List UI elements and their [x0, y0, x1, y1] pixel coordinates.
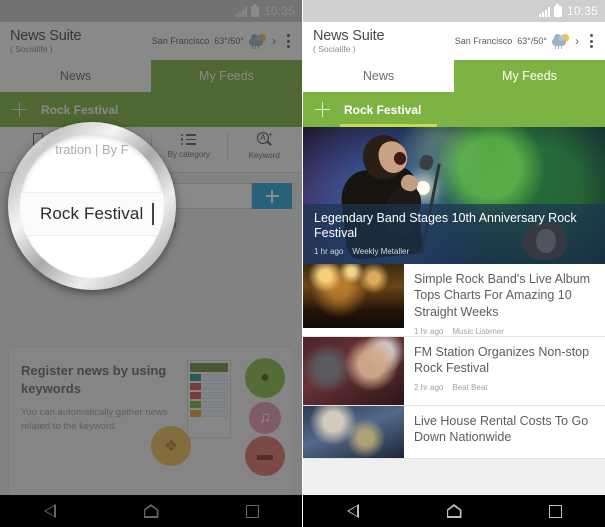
home-icon[interactable]	[447, 504, 462, 518]
list-item[interactable]: Live House Rental Costs To Go Down Natio…	[303, 405, 605, 459]
article-body: FM Station Organizes Non-stop Rock Festi…	[414, 337, 605, 405]
status-time: 10:35	[566, 4, 598, 18]
left-phone-screen: 10:35 News Suite ( Socialife ) San Franc…	[0, 0, 302, 527]
list-item[interactable]: Simple Rock Band's Live Album Tops Chart…	[303, 264, 605, 337]
article-title: Simple Rock Band's Live Album Tops Chart…	[414, 272, 591, 319]
article-body: Simple Rock Band's Live Album Tops Chart…	[414, 264, 605, 336]
plus-icon[interactable]	[12, 102, 27, 117]
article-list: Simple Rock Band's Live Album Tops Chart…	[303, 264, 605, 459]
weather-widget[interactable]: San Francisco 63°/50° ›	[454, 33, 580, 49]
gamepad-icon: ▬	[245, 436, 285, 476]
status-time: 10:35	[263, 4, 295, 18]
tab-news[interactable]: News	[303, 60, 454, 92]
status-bar: 10:35	[303, 0, 605, 22]
magnifier-loupe: tration | By F Rock Festival	[8, 122, 176, 290]
hero-article[interactable]: Legendary Band Stages 10th Anniversary R…	[303, 127, 605, 264]
hero-source: Weekly Metaller	[352, 247, 410, 256]
feed-bar: Rock Festival	[303, 92, 605, 127]
article-time: 1 hr ago	[414, 326, 444, 336]
article-thumbnail	[303, 405, 404, 458]
home-icon[interactable]	[144, 504, 159, 518]
article-meta: 1 hr ago Music Listener	[414, 327, 596, 336]
status-icons	[235, 3, 259, 17]
article-body: Live House Rental Costs To Go Down Natio…	[414, 406, 605, 458]
promo-illustration: ● ♫ ▬ ❖	[147, 356, 287, 476]
hero-text-overlay: Legendary Band Stages 10th Anniversary R…	[303, 203, 605, 264]
app-bar: News Suite ( Socialife ) San Francisco 6…	[0, 22, 302, 60]
tab-my-feeds[interactable]: My Feeds	[454, 60, 605, 92]
plus-icon[interactable]	[315, 102, 330, 117]
tab-keyword[interactable]: + Keyword	[226, 127, 303, 160]
app-brand: News Suite ( Socialife )	[10, 27, 82, 54]
magnifier-content: tration | By F Rock Festival	[20, 134, 164, 278]
feed-tab-rock-festival[interactable]: Rock Festival	[41, 103, 118, 117]
weather-widget[interactable]: San Francisco 63°/50° ›	[151, 33, 277, 49]
partly-cloudy-rain-icon	[552, 33, 569, 49]
weather-city: San Francisco	[151, 36, 210, 46]
keyword-search-icon: +	[256, 131, 273, 148]
back-icon[interactable]	[43, 503, 57, 519]
signal-bars-icon	[235, 6, 247, 17]
app-title: News Suite	[313, 27, 385, 44]
article-title: Live House Rental Costs To Go Down Natio…	[414, 413, 589, 444]
list-icon	[180, 132, 197, 147]
article-time: 2 hr ago	[414, 383, 444, 393]
sweater-icon: ❖	[151, 426, 191, 466]
main-tabs: News My Feeds	[303, 60, 605, 92]
hero-time: 1 hr ago	[314, 247, 344, 256]
status-icons	[538, 3, 562, 17]
weather-temp: 63°/50°	[214, 36, 244, 46]
article-thumbnail	[303, 264, 404, 328]
tab-keyword-label: Keyword	[248, 151, 280, 160]
right-phone-screen: 10:35 News Suite ( Socialife ) San Franc…	[303, 0, 605, 527]
android-nav-bar	[0, 495, 302, 527]
app-title: News Suite	[10, 27, 82, 44]
overflow-menu-icon[interactable]	[283, 31, 294, 51]
app-subtitle: ( Socialife )	[313, 43, 356, 54]
article-source: Beat Beat	[452, 383, 488, 393]
tab-news[interactable]: News	[0, 60, 151, 92]
text-caret	[152, 203, 154, 225]
android-nav-bar	[303, 495, 605, 527]
signal-bars-icon	[538, 6, 550, 17]
overflow-menu-icon[interactable]	[586, 31, 597, 51]
app-bar: News Suite ( Socialife ) San Francisco 6…	[303, 22, 605, 60]
chevron-right-icon[interactable]: ›	[574, 34, 580, 48]
magnified-keyword-text: Rock Festival	[40, 204, 144, 223]
partly-cloudy-rain-icon	[249, 33, 266, 49]
status-bar: 10:35	[0, 0, 302, 22]
tab-my-feeds[interactable]: My Feeds	[151, 60, 302, 92]
chevron-right-icon[interactable]: ›	[271, 34, 277, 48]
feed-tab-rock-festival[interactable]: Rock Festival	[344, 103, 421, 117]
back-icon[interactable]	[346, 503, 360, 519]
car-icon: ●	[245, 358, 285, 398]
recents-icon[interactable]	[548, 504, 562, 518]
music-note-icon: ♫	[249, 402, 281, 434]
article-meta: 2 hr ago Beat Beat	[414, 383, 596, 392]
magnifier-behind-text: tration | By F	[55, 142, 129, 157]
recents-icon[interactable]	[245, 504, 259, 518]
battery-icon	[250, 3, 259, 17]
screenshot-stage: 10:35 News Suite ( Socialife ) San Franc…	[0, 0, 605, 527]
article-source: Music Listener	[452, 326, 504, 336]
main-tabs: News My Feeds	[0, 60, 302, 92]
article-title: FM Station Organizes Non-stop Rock Festi…	[414, 344, 590, 375]
hero-title: Legendary Band Stages 10th Anniversary R…	[314, 210, 577, 241]
add-keyword-button[interactable]	[252, 183, 292, 209]
hero-meta: 1 hr ago Weekly Metaller	[314, 247, 594, 256]
weather-temp: 63°/50°	[517, 36, 547, 46]
checklist-icon	[187, 360, 231, 438]
tab-by-category-label: By category	[167, 150, 210, 159]
magnified-keyword-input[interactable]: Rock Festival	[20, 192, 164, 236]
article-thumbnail	[303, 336, 404, 405]
list-item[interactable]: FM Station Organizes Non-stop Rock Festi…	[303, 336, 605, 406]
feed-bar: Rock Festival	[0, 92, 302, 127]
battery-icon	[553, 3, 562, 17]
weather-city: San Francisco	[454, 36, 513, 46]
app-brand: News Suite ( Socialife )	[313, 27, 385, 54]
app-subtitle: ( Socialife )	[10, 43, 53, 54]
